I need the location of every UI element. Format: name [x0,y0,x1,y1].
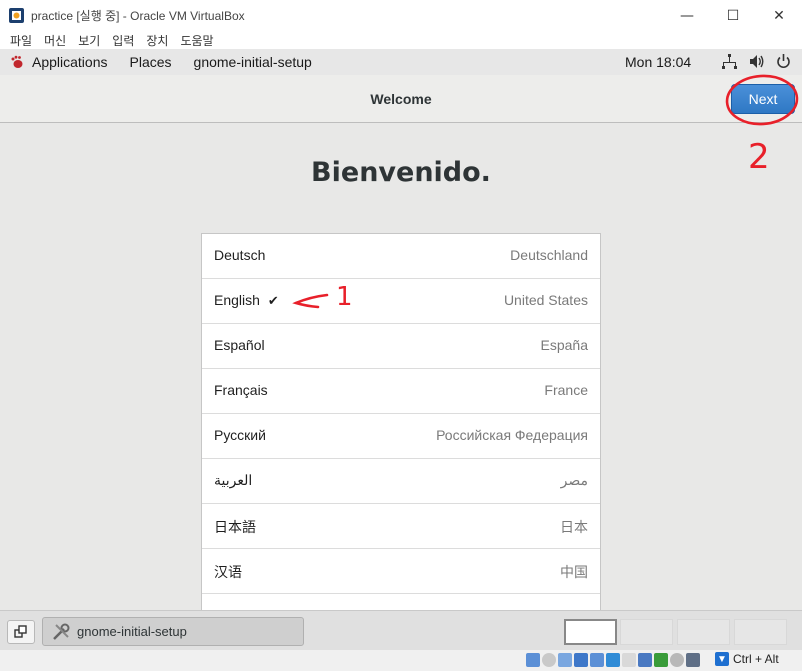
next-button[interactable]: Next [731,84,795,114]
audio-icon[interactable] [558,653,572,667]
language-list[interactable]: Deutsch Deutschland English ✔ United Stat… [201,233,601,610]
language-region: Deutschland [510,247,588,263]
menu-help[interactable]: 도움말 [180,32,213,49]
welcome-heading: Bienvenido. [311,157,491,188]
workspace-2[interactable] [620,619,673,645]
close-icon[interactable]: ✕ [756,0,802,31]
desktop-icon [14,625,27,638]
language-row-francais[interactable]: Français France [202,369,600,414]
show-desktop-button[interactable] [7,620,35,644]
language-region: 日本 [560,519,588,535]
applications-menu[interactable]: Applications [32,54,108,70]
clock[interactable]: Mon 18:04 [625,54,691,70]
language-name-text: English [214,292,260,308]
language-region: France [544,382,588,398]
host-key-arrow-icon: ▼ [715,652,729,666]
language-region: España [540,337,588,353]
welcome-content: Bienvenido. Deutsch Deutschland English ✔… [0,123,802,610]
taskbar-window-button[interactable]: gnome-initial-setup [42,617,304,646]
cpu-icon[interactable] [654,653,668,667]
shared-folder-icon[interactable] [606,653,620,667]
language-name: 日本語 [214,519,256,535]
language-row-deutsch[interactable]: Deutsch Deutschland [202,234,600,279]
mouse-integration-icon[interactable] [670,653,684,667]
host-status-icons [526,653,700,667]
video-capture-icon[interactable] [638,653,652,667]
language-region: مصر [560,472,588,488]
minimize-icon[interactable]: — [664,0,710,31]
guest-taskbar: gnome-initial-setup [0,610,802,650]
language-name: Français [214,382,268,398]
host-key: ▼ Ctrl + Alt [715,652,779,666]
menu-devices[interactable]: 장치 [146,32,168,49]
header-bar: Welcome Next [0,75,802,123]
hard-disk-icon[interactable] [526,653,540,667]
language-name: العربية [214,472,253,488]
language-region: United States [503,292,588,308]
display-icon[interactable] [622,653,636,667]
language-name: Deutsch [214,247,266,263]
power-icon [777,54,790,69]
usb-icon[interactable] [590,653,604,667]
language-row-english[interactable]: English ✔ United States [202,279,600,324]
system-tray[interactable] [721,53,792,70]
virtualbox-icon [9,8,24,23]
language-name: Español [214,337,265,353]
menu-machine[interactable]: 머신 [44,32,66,49]
gnome-topbar: Applications Places gnome-initial-setup … [0,49,802,76]
taskbar-window-label: gnome-initial-setup [77,624,187,639]
host-key-label: Ctrl + Alt [733,652,779,666]
workspace-1[interactable] [564,619,617,645]
language-row-arabic[interactable]: العربية مصر [202,459,600,504]
checkmark-icon: ✔ [267,293,279,308]
language-name: 汉语 [214,564,242,580]
host-statusbar: ▼ Ctrl + Alt [0,650,802,671]
window-title: practice [실행 중] - Oracle VM VirtualBox [31,9,245,23]
window-controls: — ☐ ✕ [664,0,802,31]
language-row-russian[interactable]: Русский Российская Федерация [202,414,600,459]
volume-icon [750,55,764,68]
tools-icon [53,623,70,640]
language-row-espanol[interactable]: Español España [202,324,600,369]
workspace-4[interactable] [734,619,787,645]
language-row-chinese[interactable]: 汉语 中国 [202,549,600,594]
menu-input[interactable]: 입력 [112,32,134,49]
maximize-icon[interactable]: ☐ [710,0,756,31]
window-titlebar: practice [실행 중] - Oracle VM VirtualBox —… [0,0,802,32]
places-menu[interactable]: Places [130,54,172,70]
language-row-japanese[interactable]: 日本語 日本 [202,504,600,549]
workspace-3[interactable] [677,619,730,645]
menu-file[interactable]: 파일 [10,32,32,49]
host-menubar: 파일 머신 보기 입력 장치 도움말 [0,31,802,49]
language-region: 中国 [560,564,588,580]
language-region: Российская Федерация [436,427,588,443]
gnome-foot-icon [11,55,23,68]
network-icon [722,54,737,69]
network-adapter-icon[interactable] [574,653,588,667]
menu-view[interactable]: 보기 [78,32,100,49]
language-name: English ✔ [214,292,279,309]
page-title: Welcome [370,91,432,107]
active-app-menu[interactable]: gnome-initial-setup [194,54,312,70]
keyboard-capture-icon[interactable] [686,653,700,667]
language-name: Русский [214,427,266,443]
optical-drive-icon[interactable] [542,653,556,667]
